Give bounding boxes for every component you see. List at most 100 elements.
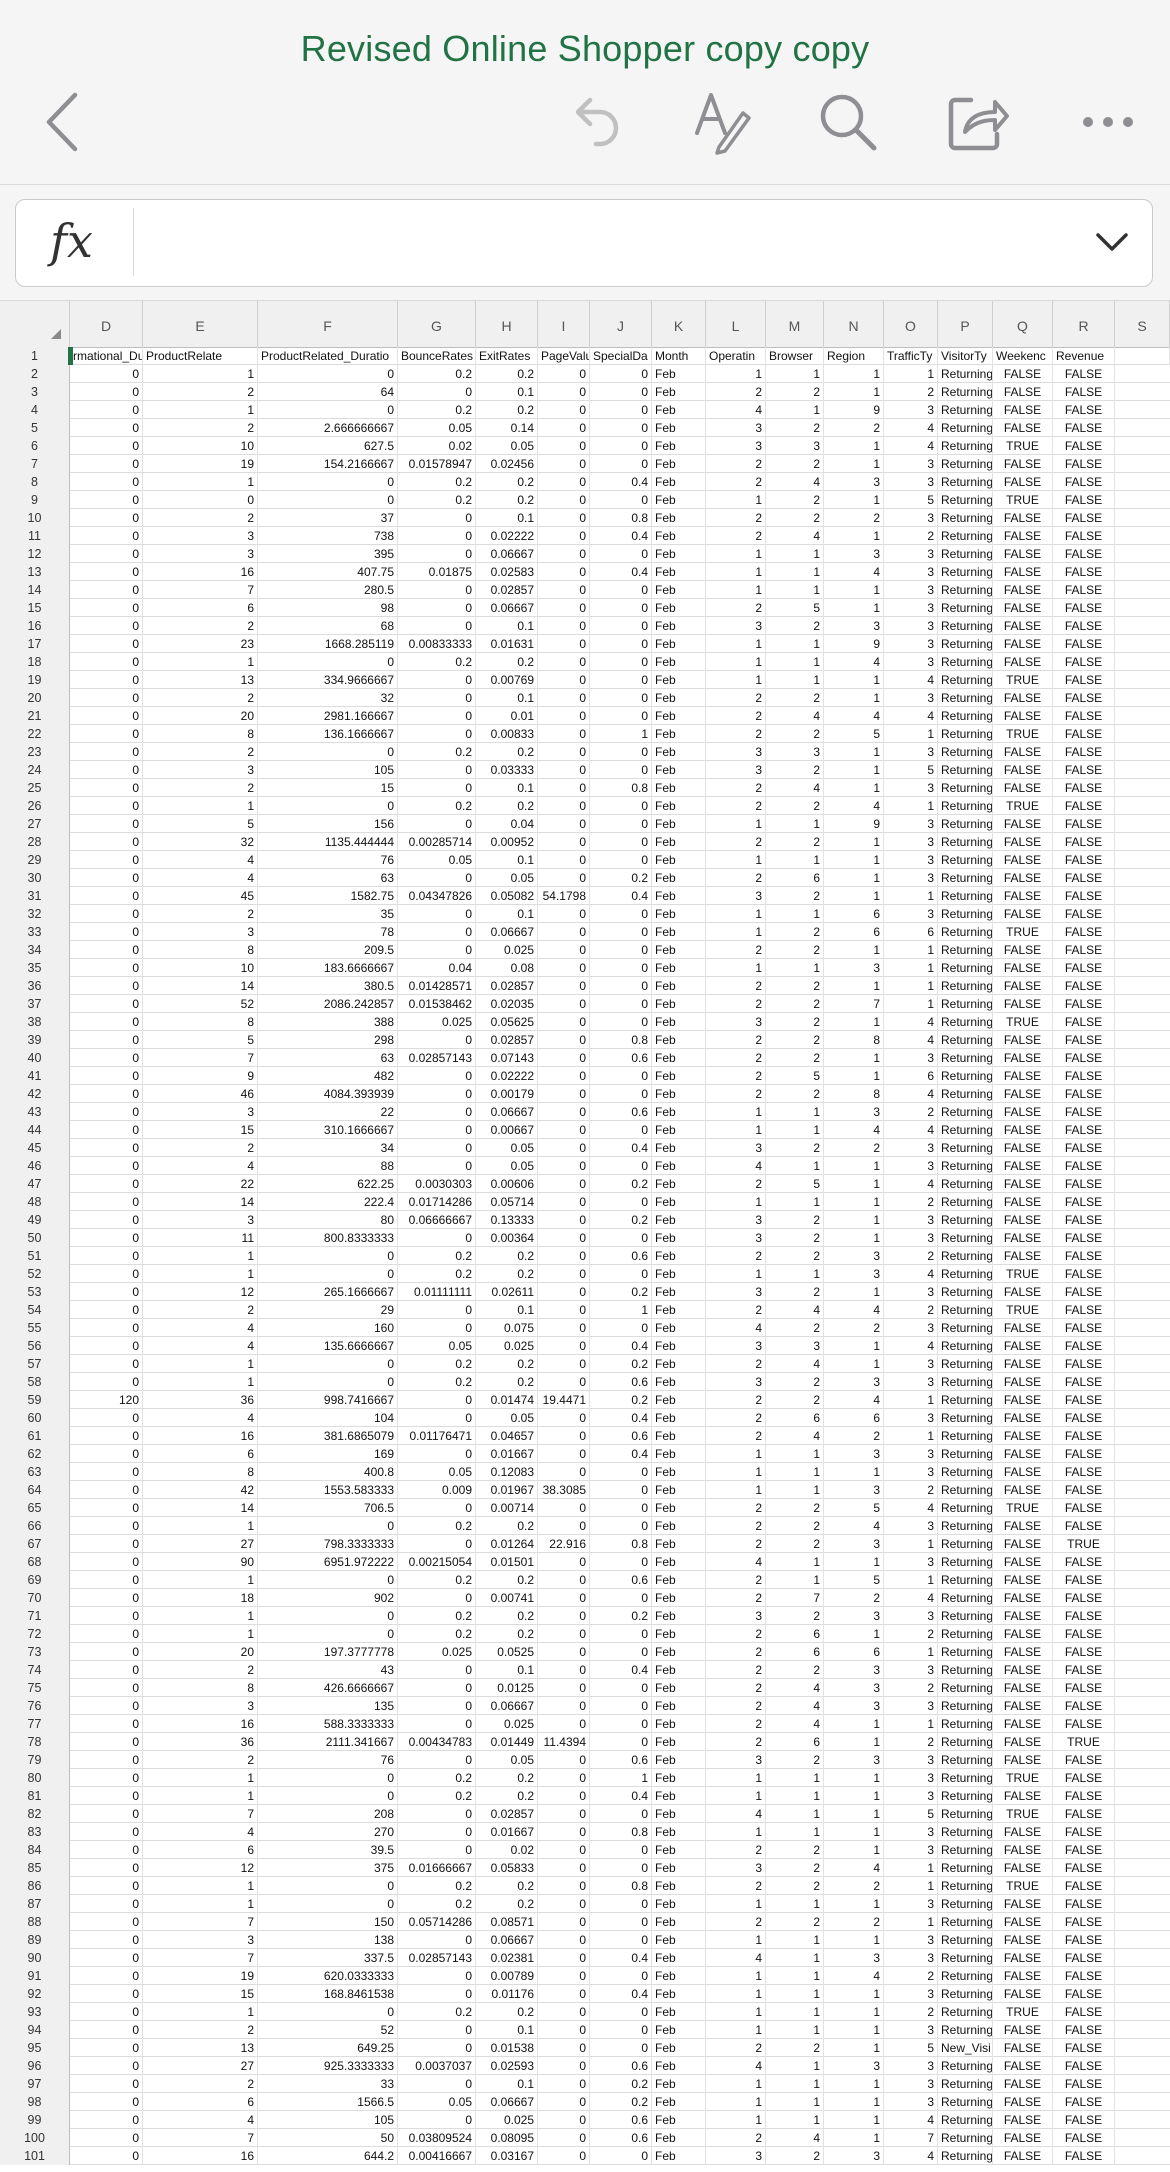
row-header[interactable]: 70: [0, 1589, 70, 1607]
cell[interactable]: 8: [143, 1463, 258, 1481]
cell[interactable]: FALSE: [1053, 1571, 1115, 1589]
cell[interactable]: 2: [143, 905, 258, 923]
cell[interactable]: 3: [706, 761, 766, 779]
cell[interactable]: 1: [884, 959, 938, 977]
cell[interactable]: 1: [766, 365, 824, 383]
cell[interactable]: FALSE: [993, 1697, 1053, 1715]
cell[interactable]: 0: [590, 761, 652, 779]
cell[interactable]: 2086.242857: [258, 995, 398, 1013]
cell[interactable]: 3: [706, 1283, 766, 1301]
cell[interactable]: 4: [824, 653, 884, 671]
cell[interactable]: Feb: [652, 707, 706, 725]
cell[interactable]: 4: [824, 1859, 884, 1877]
cell[interactable]: 37: [258, 509, 398, 527]
cell[interactable]: 2: [824, 1913, 884, 1931]
cell[interactable]: FALSE: [1053, 1895, 1115, 1913]
cell[interactable]: Feb: [652, 1463, 706, 1481]
cell[interactable]: 0: [538, 1805, 590, 1823]
cell[interactable]: 644.2: [258, 2147, 398, 2165]
cell[interactable]: 0: [538, 1175, 590, 1193]
cell[interactable]: 0: [538, 1337, 590, 1355]
cell[interactable]: 1: [824, 1049, 884, 1067]
cell[interactable]: 0: [70, 1445, 143, 1463]
cell[interactable]: 4: [766, 1355, 824, 1373]
cell[interactable]: 3: [884, 635, 938, 653]
cell[interactable]: 1582.75: [258, 887, 398, 905]
cell[interactable]: 0.01666667: [398, 1859, 476, 1877]
cell[interactable]: 0.2: [590, 1211, 652, 1229]
cell[interactable]: 1: [824, 581, 884, 599]
cell[interactable]: 1: [143, 1895, 258, 1913]
row-header[interactable]: 25: [0, 779, 70, 797]
cell[interactable]: 1: [824, 365, 884, 383]
cell[interactable]: 0: [70, 2057, 143, 2075]
cell[interactable]: 0.6: [590, 1373, 652, 1391]
cell[interactable]: Returning: [938, 2093, 993, 2111]
cell[interactable]: 0: [70, 1733, 143, 1751]
cell[interactable]: 0.2: [590, 1283, 652, 1301]
cell[interactable]: 169: [258, 1445, 398, 1463]
cell[interactable]: FALSE: [1053, 2039, 1115, 2057]
cell[interactable]: 0: [70, 617, 143, 635]
cell[interactable]: 3: [884, 1553, 938, 1571]
cell[interactable]: 0: [70, 1895, 143, 1913]
cell[interactable]: 2: [766, 1049, 824, 1067]
cell[interactable]: 7: [766, 1589, 824, 1607]
cell[interactable]: 0: [538, 1121, 590, 1139]
cell[interactable]: 0: [538, 1607, 590, 1625]
cell[interactable]: 0: [398, 1679, 476, 1697]
cell[interactable]: 1: [706, 1445, 766, 1463]
cell[interactable]: 0: [70, 1859, 143, 1877]
cell[interactable]: 0: [538, 815, 590, 833]
cell[interactable]: 1: [766, 1769, 824, 1787]
cell[interactable]: FALSE: [1053, 1445, 1115, 1463]
cell[interactable]: 4: [706, 401, 766, 419]
cell[interactable]: 3: [143, 545, 258, 563]
cell[interactable]: 0.05: [398, 851, 476, 869]
cell[interactable]: 0: [590, 1121, 652, 1139]
cell[interactable]: 1: [706, 1481, 766, 1499]
cell[interactable]: 105: [258, 2111, 398, 2129]
cell[interactable]: 1: [143, 1247, 258, 1265]
cell[interactable]: 1: [884, 365, 938, 383]
cell[interactable]: 0: [70, 671, 143, 689]
cell[interactable]: 2: [766, 797, 824, 815]
cell[interactable]: 76: [258, 851, 398, 869]
cell[interactable]: 0.1: [476, 851, 538, 869]
cell[interactable]: FALSE: [1053, 1373, 1115, 1391]
row-header[interactable]: 54: [0, 1301, 70, 1319]
cell[interactable]: 0: [70, 779, 143, 797]
cell[interactable]: 3: [824, 1607, 884, 1625]
cell[interactable]: 0.2: [590, 2093, 652, 2111]
cell[interactable]: Returning: [938, 1859, 993, 1877]
cell[interactable]: 6: [766, 1409, 824, 1427]
column-header-s[interactable]: S: [1115, 301, 1170, 347]
cell[interactable]: 0: [538, 1589, 590, 1607]
cell[interactable]: Returning: [938, 491, 993, 509]
cell[interactable]: 0: [398, 1121, 476, 1139]
cell[interactable]: Returning: [938, 1049, 993, 1067]
cell[interactable]: 4084.393939: [258, 1085, 398, 1103]
cell[interactable]: 0: [538, 995, 590, 1013]
spreadsheet-grid[interactable]: DEFGHIJKLMNOPQRS 1rmational_DuratioProdu…: [0, 300, 1170, 2172]
cell[interactable]: 0.00789: [476, 1967, 538, 1985]
cell[interactable]: 0: [590, 905, 652, 923]
cell[interactable]: 2: [706, 1571, 766, 1589]
cell[interactable]: 4: [706, 1319, 766, 1337]
cell[interactable]: Returning: [938, 1607, 993, 1625]
cell[interactable]: 0: [590, 1643, 652, 1661]
cell[interactable]: 2: [884, 1301, 938, 1319]
cell[interactable]: 2: [706, 1427, 766, 1445]
cell[interactable]: 1: [824, 2093, 884, 2111]
cell[interactable]: 0: [538, 1895, 590, 1913]
cell[interactable]: 197.3777778: [258, 1643, 398, 1661]
cell[interactable]: 0: [590, 1157, 652, 1175]
cell[interactable]: 1: [706, 1265, 766, 1283]
cell[interactable]: 0: [590, 1193, 652, 1211]
cell[interactable]: 7: [143, 1913, 258, 1931]
row-header[interactable]: 94: [0, 2021, 70, 2039]
cell[interactable]: 0.08571: [476, 1913, 538, 1931]
cell[interactable]: Returning: [938, 473, 993, 491]
cell[interactable]: 0: [70, 977, 143, 995]
cell[interactable]: 3: [706, 617, 766, 635]
